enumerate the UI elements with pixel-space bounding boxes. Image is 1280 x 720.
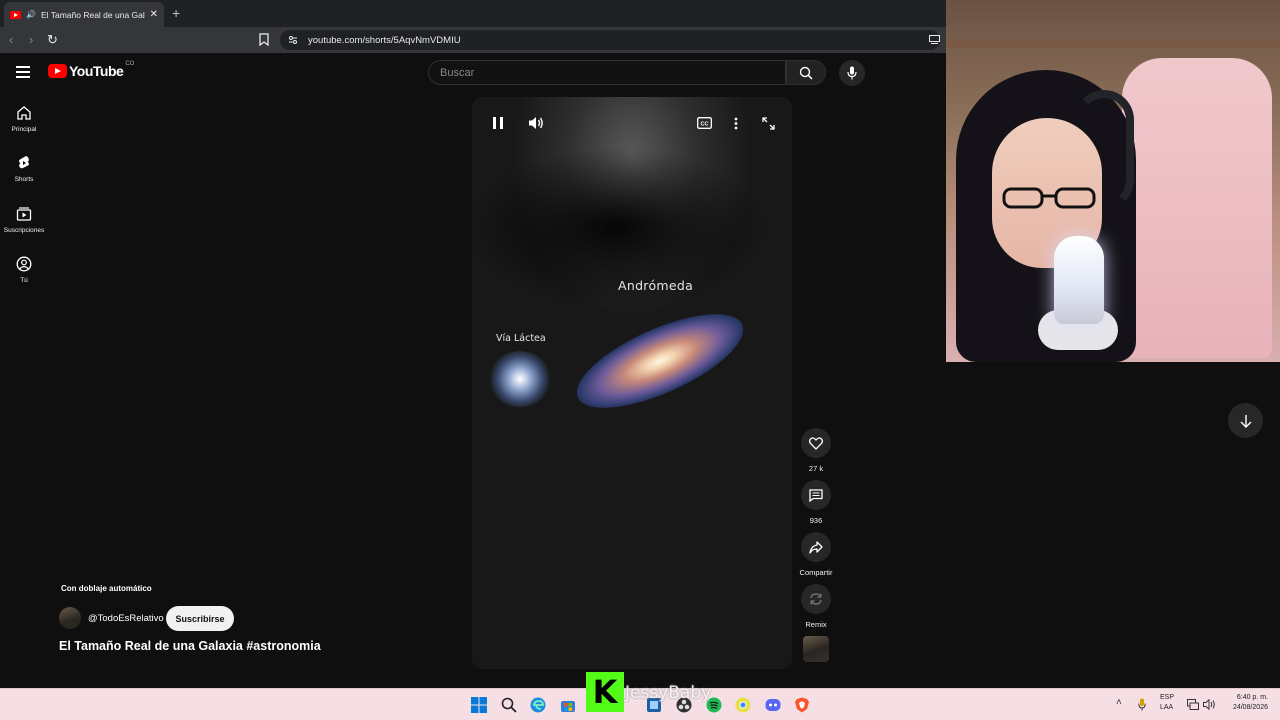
- clock-date: 24/08/2026: [1232, 704, 1268, 711]
- guide-label: Tú: [20, 277, 28, 284]
- address-bar[interactable]: youtube.com/shorts/5AqvNmVDMIU: [280, 30, 940, 50]
- rgb-microphone: [1054, 236, 1104, 324]
- kick-logo: K: [586, 672, 624, 712]
- browser-toolbar: ‹ › ↻ youtube.com/shorts/5AqvNmVDMIU: [0, 27, 946, 53]
- shorts-video-player[interactable]: CC Andrómeda Vía Láctea: [472, 97, 792, 669]
- microphone-icon[interactable]: [1138, 698, 1146, 711]
- more-vertical-icon: [734, 117, 738, 129]
- forward-icon[interactable]: ›: [29, 32, 33, 47]
- andromeda-label: Andrómeda: [618, 278, 694, 293]
- guide-item-home[interactable]: Principal: [0, 105, 48, 133]
- bookmark-icon[interactable]: [259, 33, 269, 46]
- discord-icon[interactable]: [765, 697, 781, 713]
- windows-start-icon[interactable]: [471, 697, 487, 713]
- brave-icon[interactable]: [794, 697, 810, 713]
- milky-way-label: Vía Láctea: [496, 333, 546, 344]
- store-icon[interactable]: [560, 697, 576, 713]
- cast-icon[interactable]: [929, 35, 940, 44]
- voice-search-button[interactable]: [839, 60, 865, 86]
- channel-avatar-thumbnail[interactable]: [803, 636, 829, 662]
- volume-icon[interactable]: [1203, 699, 1216, 710]
- network-icon[interactable]: [1187, 699, 1199, 710]
- guide-label: Shorts: [14, 176, 34, 183]
- back-icon[interactable]: ‹: [9, 32, 13, 47]
- volume-icon: [529, 117, 543, 129]
- captions-icon: CC: [696, 117, 712, 129]
- chrome-icon[interactable]: [735, 697, 751, 713]
- remix-button[interactable]: Remix: [798, 584, 834, 629]
- heart-icon: [809, 436, 823, 450]
- guide-item-subscriptions[interactable]: Suscripciones: [0, 206, 48, 234]
- browser-tab[interactable]: 🔊 El Tamaño Real de una Galaxia ✕: [4, 2, 164, 27]
- edge-icon[interactable]: [530, 697, 546, 713]
- expand-icon: [761, 116, 775, 130]
- site-info-icon[interactable]: [288, 35, 298, 45]
- guide-item-shorts[interactable]: Shorts: [0, 155, 48, 183]
- comment-icon: [809, 488, 823, 502]
- youtube-favicon-icon: [10, 10, 21, 19]
- tab-title: El Tamaño Real de una Galaxia: [40, 9, 145, 20]
- comments-button[interactable]: 936: [798, 480, 834, 525]
- like-button[interactable]: 27 k: [798, 428, 834, 473]
- input-language[interactable]: ESP LAA: [1160, 693, 1174, 713]
- search-button[interactable]: [786, 60, 826, 85]
- channel-name[interactable]: @TodoEsRelativo: [88, 613, 164, 624]
- guide-item-you[interactable]: Tú: [0, 256, 48, 284]
- subscriptions-icon: [16, 207, 32, 221]
- remix-icon: [810, 593, 822, 605]
- headset: [1074, 90, 1134, 210]
- country-code: CO: [125, 61, 135, 67]
- guide-label: Suscripciones: [3, 227, 45, 234]
- tab-close-icon[interactable]: ✕: [150, 9, 158, 20]
- share-label: Compartir: [799, 568, 833, 577]
- search-icon: [799, 66, 813, 80]
- shorts-icon: [19, 156, 29, 169]
- pause-icon: [493, 117, 503, 129]
- language-code: ESP: [1160, 694, 1175, 701]
- remix-label: Remix: [805, 620, 827, 629]
- subscribe-button[interactable]: Suscribirse: [166, 606, 234, 631]
- short-title[interactable]: El Tamaño Real de una Galaxia #astronomi…: [59, 639, 321, 653]
- account-icon: [16, 256, 32, 272]
- more-options-button[interactable]: [726, 113, 746, 133]
- url-text: youtube.com/shorts/5AqvNmVDMIU: [308, 34, 461, 46]
- pause-button[interactable]: [488, 113, 508, 133]
- like-count: 27 k: [808, 464, 824, 473]
- tab-audio-icon[interactable]: 🔊: [26, 10, 36, 19]
- share-icon: [809, 540, 823, 554]
- auto-dub-note: Con doblaje automático: [61, 584, 152, 593]
- keyboard-layout: LAA: [1160, 704, 1174, 711]
- reload-icon[interactable]: ↻: [47, 32, 58, 48]
- volume-button[interactable]: [526, 113, 546, 133]
- guide-label: Principal: [11, 126, 37, 133]
- webcam-overlay: [946, 0, 1280, 362]
- streamer-name-overlay: JessyBaby: [625, 683, 712, 703]
- chevron-up-icon[interactable]: ˄: [1116, 697, 1122, 708]
- new-tab-icon[interactable]: +: [172, 5, 180, 21]
- menu-icon[interactable]: [16, 66, 30, 78]
- browser-tab-bar: 🔊 El Tamaño Real de una Galaxia ✕ +: [0, 0, 946, 27]
- next-short-button[interactable]: [1228, 403, 1263, 438]
- search-input[interactable]: [440, 66, 785, 79]
- logo-text: YouTube: [69, 63, 124, 79]
- milky-way-galaxy-image: [488, 351, 552, 407]
- share-button[interactable]: Compartir: [798, 532, 834, 577]
- arrow-down-icon: [1240, 414, 1251, 428]
- shelf: [946, 40, 1280, 48]
- gaming-chair: [1122, 58, 1272, 358]
- microphone-icon: [847, 66, 857, 80]
- svg-text:CC: CC: [700, 121, 708, 127]
- captions-button[interactable]: CC: [694, 113, 714, 133]
- clock-time: 6:40 p. m.: [1236, 694, 1268, 701]
- comment-count: 936: [809, 516, 823, 525]
- channel-avatar[interactable]: [59, 607, 81, 629]
- andromeda-galaxy-image: [564, 295, 756, 427]
- search-box: [428, 60, 786, 85]
- fullscreen-button[interactable]: [758, 113, 778, 133]
- youtube-logo[interactable]: YouTube CO: [48, 61, 135, 79]
- system-clock[interactable]: 6:40 p. m. 24/08/2026: [1222, 693, 1268, 713]
- home-icon: [17, 106, 31, 120]
- search-icon[interactable]: [501, 697, 517, 713]
- youtube-play-icon: [48, 64, 67, 78]
